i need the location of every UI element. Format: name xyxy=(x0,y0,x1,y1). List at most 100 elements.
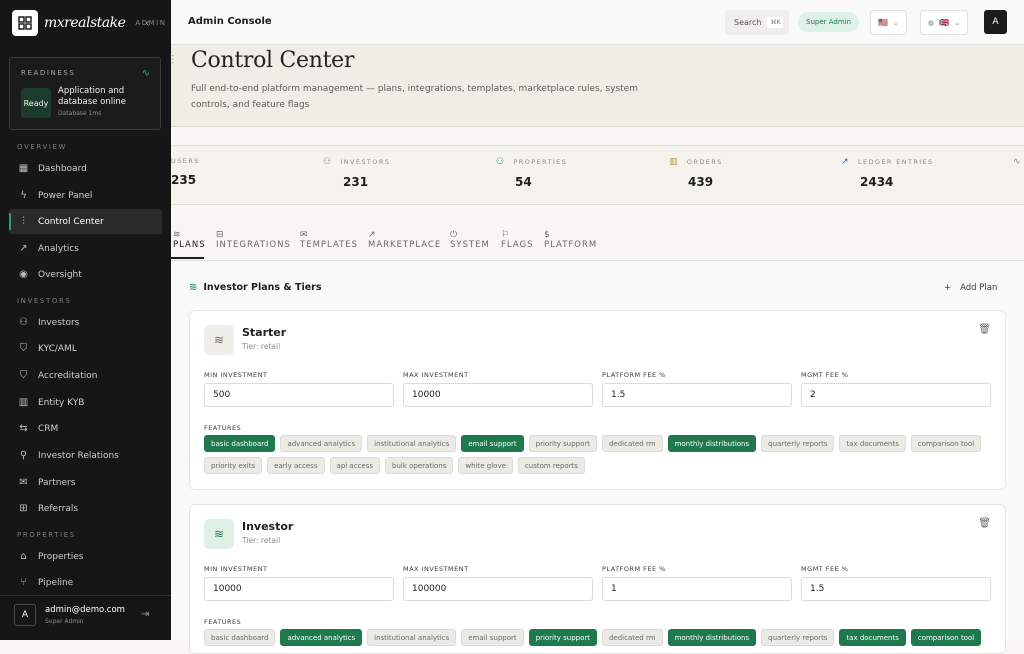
tab-integrations[interactable]: ⊟ INTEGRATIONS xyxy=(216,230,291,250)
tab-system[interactable]: ⏻ SYSTEM xyxy=(450,230,490,250)
region-select[interactable]: 🇺🇸 ⌄ xyxy=(870,10,907,35)
brand[interactable]: mxrealstake ADMIN xyxy=(12,10,166,36)
sidebar-item-referrals[interactable]: ⊞ Referrals xyxy=(9,496,162,521)
feature-chip[interactable]: email support xyxy=(461,435,524,452)
feature-chip[interactable]: tax documents xyxy=(839,435,906,452)
sidebar-item-investor-relations[interactable]: ⚲ Investor Relations xyxy=(9,443,162,468)
field-label: MGMT FEE % xyxy=(801,565,849,573)
readiness-status: Ready xyxy=(21,88,51,118)
sidebar-item-label: Analytics xyxy=(38,243,79,254)
language-select[interactable]: ◍ 🇬🇧 ⌄ xyxy=(920,10,968,35)
sidebar: mxrealstake ADMIN ‹ READINESS ∿ Ready Ap… xyxy=(0,0,171,640)
tab-flags[interactable]: ⚐ FLAGS xyxy=(501,230,533,250)
sidebar-item-dashboard[interactable]: ▦ Dashboard xyxy=(9,156,162,181)
mgmt-fee-input[interactable]: 1.5 xyxy=(801,577,991,601)
feature-chip[interactable]: institutional analytics xyxy=(367,629,457,646)
stat-value: 54 xyxy=(515,175,532,189)
platform-fee-input[interactable]: 1 xyxy=(602,577,792,601)
sliders-icon: ⫶ xyxy=(171,53,175,67)
feature-chip[interactable]: advanced analytics xyxy=(280,435,363,452)
person-icon: ⚲ xyxy=(19,450,28,461)
logout-icon[interactable]: ⇥ xyxy=(141,609,149,620)
sidebar-item-label: KYC/AML xyxy=(38,343,77,354)
feature-chip[interactable]: comparison tool xyxy=(910,629,982,646)
collapse-sidebar-icon[interactable]: ‹ xyxy=(145,16,150,30)
chart-icon: ↗ xyxy=(19,243,28,254)
platform-fee-input[interactable]: 1.5 xyxy=(602,383,792,407)
search-button[interactable]: Search ⌘K xyxy=(725,10,789,35)
feature-chip[interactable]: monthly distributions xyxy=(667,435,757,452)
feature-chip[interactable]: quarterly reports xyxy=(761,629,835,646)
feature-chip[interactable]: custom reports xyxy=(517,457,585,474)
trending-up-icon: ↗ xyxy=(368,230,377,240)
feature-chip[interactable]: bulk operations xyxy=(385,457,454,474)
section-overview: OVERVIEW xyxy=(17,143,68,151)
layers-icon: ≋ xyxy=(173,230,182,240)
sidebar-item-crm[interactable]: ⇆ CRM xyxy=(9,416,162,441)
feature-chip[interactable]: priority exits xyxy=(204,457,263,474)
grid-icon: ▦ xyxy=(18,163,29,174)
feature-chip[interactable]: monthly distributions xyxy=(667,629,757,646)
field-label: PLATFORM FEE % xyxy=(602,371,666,379)
tab-label: INTEGRATIONS xyxy=(216,240,291,250)
sidebar-item-kyc-aml[interactable]: ⛉ KYC/AML xyxy=(9,336,162,361)
stat-value: 231 xyxy=(343,175,369,189)
feature-chip[interactable]: basic dashboard xyxy=(204,629,276,646)
plan-card-starter: ≋ Starter Tier: retail 🗑 MIN INVESTMENT … xyxy=(189,310,1006,490)
tab-plans[interactable]: ≋ PLANS xyxy=(171,230,206,259)
feature-chip[interactable]: dedicated rm xyxy=(601,435,663,452)
plans-panel: ≋ Investor Plans & Tiers + Add Plan ≋ Star… xyxy=(171,262,1024,654)
feature-chip[interactable]: basic dashboard xyxy=(204,435,276,452)
min-investment-input[interactable]: 10000 xyxy=(204,577,394,601)
tab-bar: ≋ PLANS ⊟ INTEGRATIONS ✉ TEMPLATES ↗ MARKETP… xyxy=(171,226,1024,261)
max-investment-input[interactable]: 10000 xyxy=(403,383,593,407)
sidebar-item-partners[interactable]: ✉ Partners xyxy=(9,470,162,495)
min-investment-input[interactable]: 500 xyxy=(204,383,394,407)
feature-chip[interactable]: advanced analytics xyxy=(280,629,363,646)
sidebar-item-entity-kyb[interactable]: ▥ Entity KYB xyxy=(9,390,162,415)
feature-chip[interactable]: tax documents xyxy=(839,629,906,646)
user-profile[interactable]: A admin@demo.com Super Admin ⇥ xyxy=(0,595,171,640)
page-title: Control Center xyxy=(191,48,355,73)
sidebar-item-power-panel[interactable]: ϟ Power Panel xyxy=(9,183,162,208)
mail-icon: ✉ xyxy=(300,230,309,240)
sidebar-item-pipeline[interactable]: ⑂ Pipeline xyxy=(9,570,162,595)
tab-label: PLANS xyxy=(173,240,206,250)
mgmt-fee-input[interactable]: 2 xyxy=(801,383,991,407)
top-avatar[interactable]: A xyxy=(984,10,1007,34)
tab-templates[interactable]: ✉ TEMPLATES xyxy=(300,230,358,250)
sidebar-item-investors[interactable]: ⚇ Investors xyxy=(9,310,162,335)
feature-chip[interactable]: institutional analytics xyxy=(367,435,457,452)
shortcut-hint: ⌘K xyxy=(767,17,784,28)
sidebar-item-control-center[interactable]: ⫶ Control Center xyxy=(9,209,162,234)
feature-chip[interactable]: quarterly reports xyxy=(761,435,835,452)
sidebar-item-analytics[interactable]: ↗ Analytics xyxy=(9,236,162,261)
feature-chip[interactable]: comparison tool xyxy=(910,435,982,452)
sidebar-item-label: Entity KYB xyxy=(38,397,85,408)
sidebar-item-label: CRM xyxy=(38,423,59,434)
sidebar-item-accreditation[interactable]: ⛉ Accreditation xyxy=(9,363,162,388)
users-icon: ⚇ xyxy=(323,157,333,167)
field-label: MIN INVESTMENT xyxy=(204,565,268,573)
readiness-text: Application and database online xyxy=(58,86,127,107)
trash-icon[interactable]: 🗑 xyxy=(978,518,991,529)
add-plan-button[interactable]: + Add Plan xyxy=(944,283,997,293)
feature-chip[interactable]: early access xyxy=(267,457,325,474)
readiness-subtext: Database 1ms xyxy=(58,110,102,117)
feature-chip[interactable]: api access xyxy=(329,457,381,474)
sidebar-item-oversight[interactable]: ◉ Oversight xyxy=(9,262,162,287)
sidebar-item-label: Referrals xyxy=(38,503,79,514)
tab-platform[interactable]: $ PLATFORM xyxy=(544,230,597,250)
feature-chip[interactable]: dedicated rm xyxy=(601,629,663,646)
tab-marketplace[interactable]: ↗ MARKETPLACE xyxy=(368,230,441,250)
plan-tier: Tier: retail xyxy=(242,536,281,545)
feature-chip[interactable]: email support xyxy=(461,629,524,646)
feature-chip[interactable]: priority support xyxy=(528,629,597,646)
max-investment-input[interactable]: 100000 xyxy=(403,577,593,601)
tab-label: FLAGS xyxy=(501,240,534,250)
trash-icon[interactable]: 🗑 xyxy=(978,324,991,335)
sidebar-item-properties[interactable]: ⌂ Properties xyxy=(9,544,162,569)
feature-chip[interactable]: white glove xyxy=(458,457,513,474)
feature-chip[interactable]: priority support xyxy=(528,435,597,452)
plan-name: Investor xyxy=(242,520,294,533)
